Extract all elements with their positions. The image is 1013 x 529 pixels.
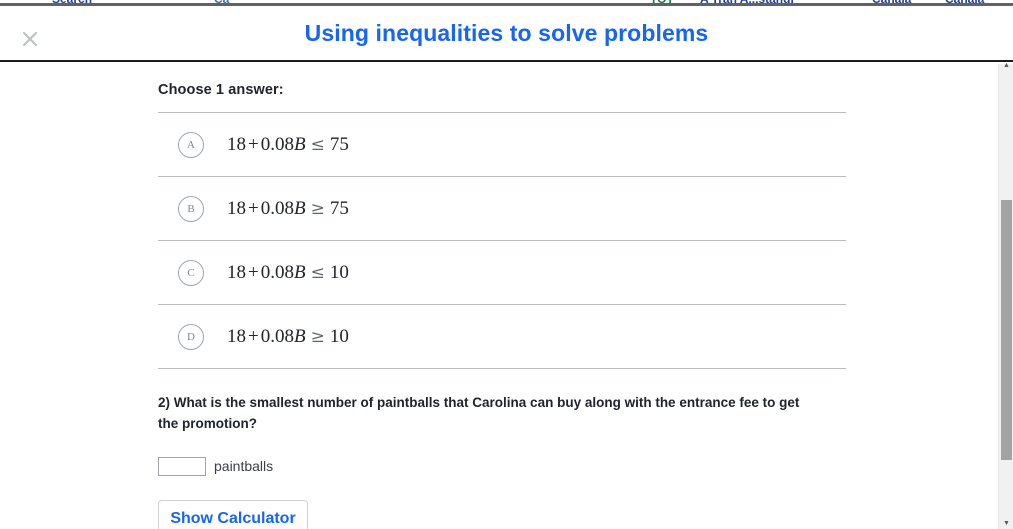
choice-rhs: 75 [329,133,349,155]
modal-header: Using inequalities to solve problems [0,6,1013,62]
choice-variable: B [293,197,306,219]
choice-operator: + [248,261,259,283]
choice-relation: ≥ [310,198,325,219]
choice-variable: B [293,133,306,155]
choice-relation: ≤ [310,134,325,155]
choice-letter-badge: D [178,323,204,350]
show-calculator-button[interactable]: Show Calculator [158,499,308,529]
page-title: Using inequalities to solve problems [304,20,709,46]
answer-choice-c[interactable]: C 18 +0.08B ≤10 [158,241,846,305]
choose-answer-label: Choose 1 answer: [158,82,284,98]
choice-relation: ≥ [310,326,325,347]
choice-coefficient: 0.08 [260,133,294,155]
choice-lhs-constant: 18 [227,197,246,219]
choice-letter-badge: A [178,131,204,158]
answer-choice-list: A 18 +0.08B ≤75 B 18 +0.08B ≥75 C 18 +0.08B ≤1… [158,112,846,369]
answer-choice-b[interactable]: B 18 +0.08B ≥75 [158,177,846,241]
choice-operator: + [248,133,259,155]
answer-choice-a[interactable]: A 18 +0.08B ≤75 [158,113,846,177]
choice-coefficient: 0.08 [260,325,294,347]
scroll-down-arrow-icon[interactable]: ▼ [999,517,1013,529]
scroll-up-arrow-icon[interactable]: ▲ [999,59,1013,71]
choice-coefficient: 0.08 [260,261,294,283]
answer-choice-d[interactable]: D 18 +0.08B ≥10 [158,305,846,369]
choice-variable: B [293,325,306,347]
answer-unit-label: paintballs [214,458,274,475]
choice-expression: 18 +0.08B ≤75 [227,134,349,156]
choice-expression: 18 +0.08B ≥75 [227,198,349,220]
vertical-scrollbar-thumb[interactable] [1001,200,1012,460]
choice-expression: 18 +0.08B ≥10 [227,326,349,348]
choice-relation: ≤ [310,262,325,283]
choice-rhs: 75 [329,197,349,219]
choice-rhs: 10 [329,261,349,283]
choice-letter-badge: B [178,195,204,222]
exercise-content-area: Choose 1 answer: A 18 +0.08B ≤75 B 18 +0.08… [0,64,1013,529]
choice-lhs-constant: 18 [227,133,246,155]
choice-expression: 18 +0.08B ≤10 [227,262,349,284]
answer-input[interactable] [158,456,206,476]
question-2-prompt: 2) What is the smallest number of paintb… [158,395,800,431]
choice-rhs: 10 [329,325,349,347]
choice-operator: + [248,197,259,219]
choice-coefficient: 0.08 [260,197,294,219]
choice-operator: + [248,325,259,347]
vertical-scrollbar-track[interactable]: ▲ ▼ [998,62,1013,529]
answer-entry-row: paintballs [158,456,846,476]
choice-variable: B [293,261,306,283]
choice-lhs-constant: 18 [227,261,246,283]
choice-letter-badge: C [178,259,204,286]
choice-lhs-constant: 18 [227,325,246,347]
